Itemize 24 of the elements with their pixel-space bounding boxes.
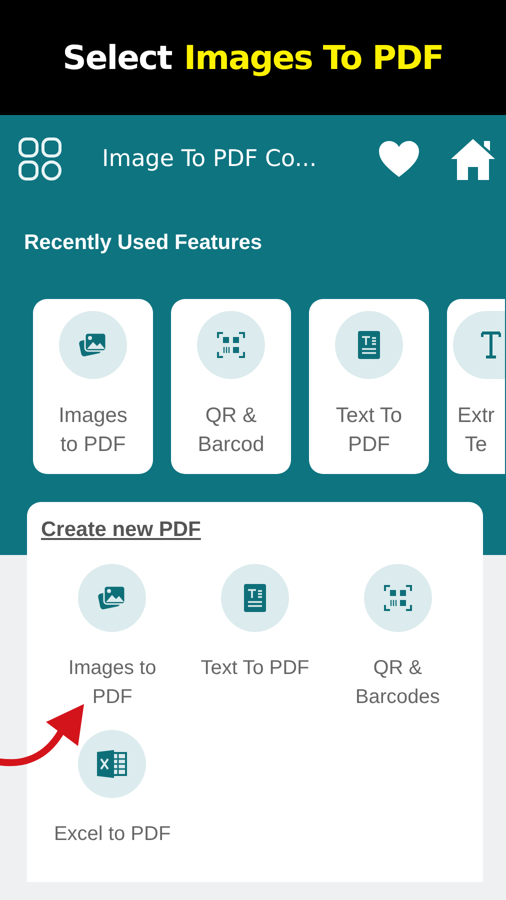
- feature-card[interactable]: Images to PDF: [33, 299, 153, 474]
- banner-text: Select: [62, 38, 172, 77]
- text-document-icon: [357, 330, 381, 360]
- feature-item[interactable]: Excel to PDF: [41, 730, 184, 849]
- qr-code-icon: [216, 330, 246, 360]
- qr-code-icon: [382, 583, 413, 613]
- apps-grid-icon[interactable]: [18, 137, 62, 181]
- banner-text: Images To PDF: [184, 38, 444, 77]
- spreadsheet-icon: [96, 749, 128, 779]
- feature-card[interactable]: QR & Barcod: [171, 299, 291, 474]
- text-icon: [481, 330, 501, 360]
- app-title: Image To PDF Co...: [102, 146, 318, 172]
- images-icon: [97, 584, 128, 612]
- feature-card[interactable]: Extr Te: [447, 299, 505, 474]
- text-document-icon: [242, 583, 267, 613]
- feature-item[interactable]: Text To PDF: [184, 564, 326, 712]
- feature-card[interactable]: Text To PDF: [309, 299, 429, 474]
- feature-item[interactable]: Images to PDF: [41, 564, 184, 712]
- create-link[interactable]: Create new PDF: [41, 518, 201, 541]
- section-title: Recently Used Features: [24, 231, 264, 255]
- heart-icon[interactable]: [378, 140, 420, 178]
- feature-item[interactable]: QR & Barcodes: [326, 564, 469, 712]
- images-icon: [78, 331, 108, 359]
- home-icon[interactable]: [450, 137, 496, 181]
